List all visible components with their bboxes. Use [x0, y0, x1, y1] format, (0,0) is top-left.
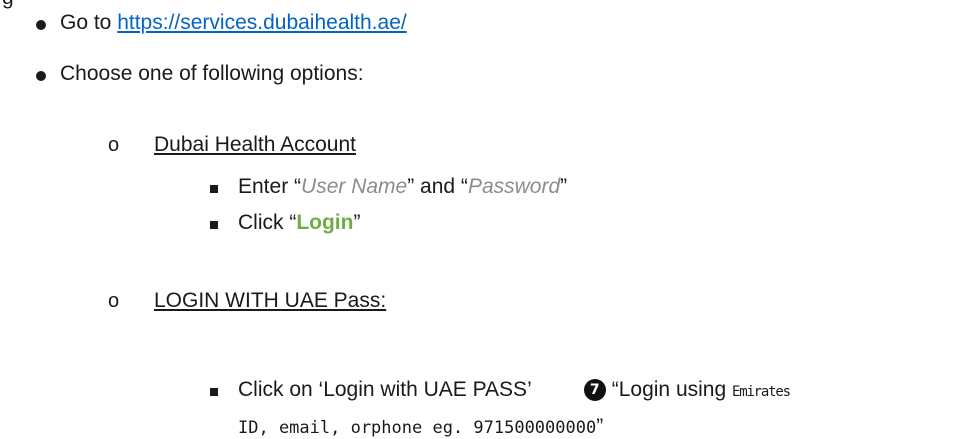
step-go-to: Go to https://services.dubaihealth.ae/ — [60, 10, 407, 35]
instruction-text: “Login using — [611, 378, 732, 401]
bullet-disc — [36, 20, 46, 30]
uae-pass-instruction: Click on ‘Login with UAE PASS’ 7 “Login us… — [238, 377, 791, 402]
password-label: Password — [467, 175, 561, 198]
instruction-text: ” — [560, 175, 568, 198]
uae-pass-instruction-continued: ID, email, orphone eg. 971500000000” — [238, 414, 603, 439]
instruction-text: Enter “ — [238, 175, 302, 198]
instruction-text: ” — [353, 211, 361, 234]
option-dubai-health-account: Dubai Health Account — [154, 133, 356, 156]
instruction-text: Click on ‘Login with UAE PASS’ — [238, 378, 532, 401]
bullet-square — [210, 388, 218, 396]
step-number-badge: 7 — [583, 379, 606, 401]
step-choose-options: Choose one of following options: — [60, 62, 364, 85]
enter-credentials-instruction: Enter “User Name” and “Password” — [238, 174, 567, 199]
login-label: Login — [296, 211, 354, 234]
bullet-circle: o — [108, 134, 120, 156]
document-page: g Go to https://services.dubaihealth.ae/… — [0, 0, 975, 438]
instruction-text: ” and “ — [407, 175, 468, 198]
services-link[interactable]: https://services.dubaihealth.ae/ — [117, 11, 407, 34]
bullet-square — [210, 221, 218, 229]
click-login-instruction: Click “Login” — [238, 210, 360, 235]
option-login-with-uae-pass: LOGIN WITH UAE Pass: — [154, 289, 387, 312]
step-go-to-prefix: Go to — [60, 11, 118, 34]
bullet-disc — [36, 71, 46, 81]
cropped-heading-fragment: g — [2, 0, 14, 10]
emirates-text: Emirates — [731, 384, 791, 400]
bullet-square — [210, 185, 218, 193]
instruction-text: ID, email, orphone eg. 971500000000 — [238, 418, 597, 438]
bullet-circle: o — [108, 290, 120, 312]
instruction-text: Click “ — [238, 211, 297, 234]
user-name-label: User Name — [301, 175, 408, 198]
